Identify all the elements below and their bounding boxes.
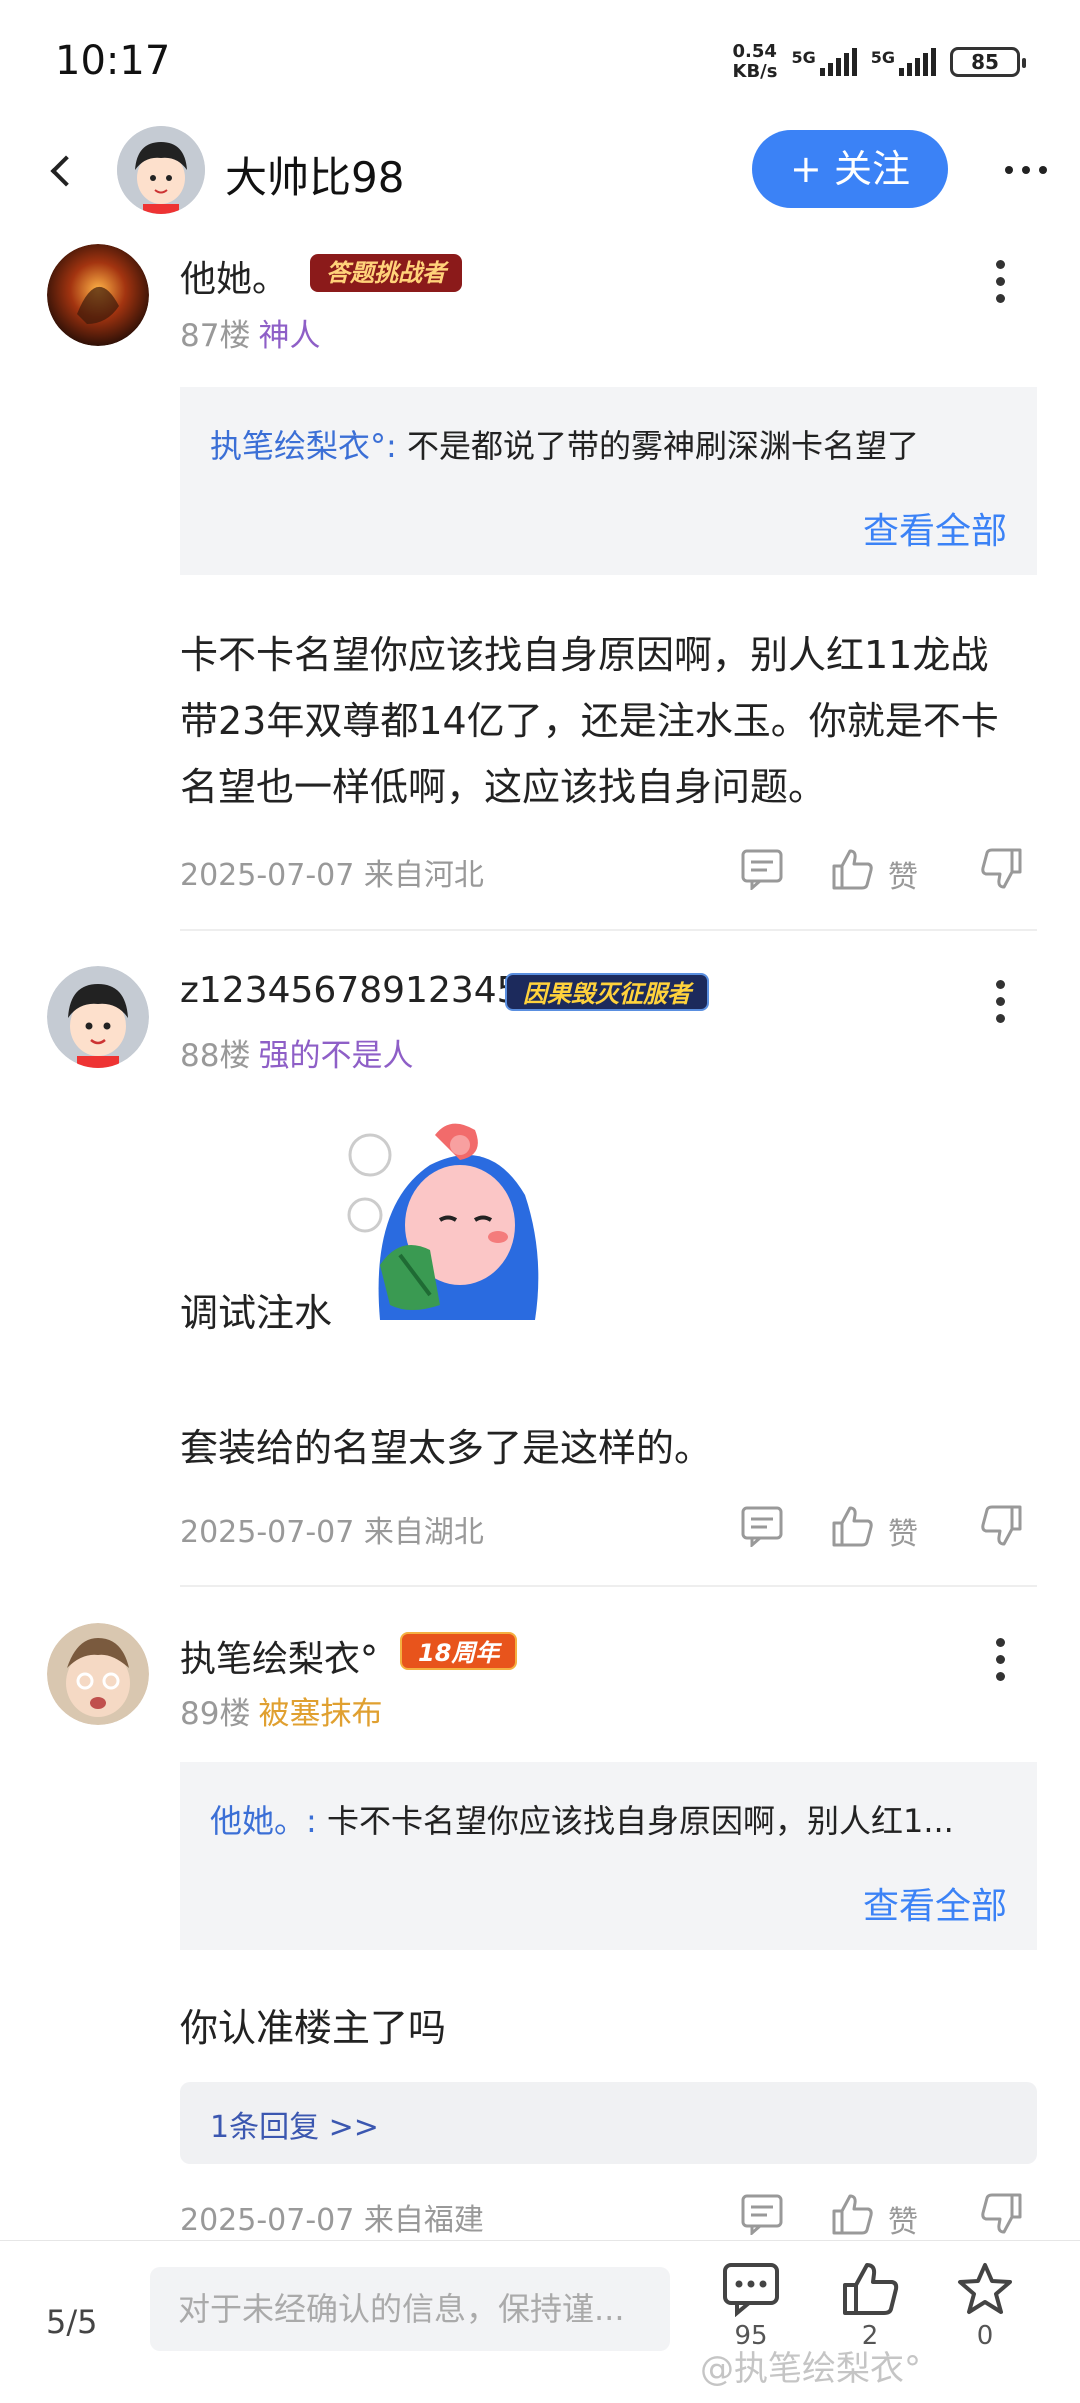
like-label[interactable]: 赞: [888, 852, 918, 896]
follow-button[interactable]: + 关注: [752, 130, 948, 208]
avatar[interactable]: [47, 244, 149, 346]
quoted-reply[interactable]: 执笔绘梨衣°: 不是都说了带的雾神刷深渊卡名望了 查看全部: [180, 387, 1037, 575]
quote-text: 卡不卡名望你应该找自身原因啊，别人红1...: [326, 1802, 954, 1840]
like-icon[interactable]: [825, 2261, 915, 2321]
status-icons: 0.54 KB/s 5G 5G 85: [732, 41, 1026, 82]
username[interactable]: 他她。: [180, 250, 288, 302]
comment-meta: 2025-07-07 来自福建: [180, 2203, 484, 2238]
comment-meta: 2025-07-07 来自湖北: [180, 1515, 484, 1550]
divider: [180, 929, 1037, 931]
replies-link[interactable]: 1条回复 >>: [180, 2082, 1037, 2164]
floor-info: 87楼 神人: [180, 318, 321, 354]
dislike-icon[interactable]: [980, 1505, 1024, 1551]
more-icon[interactable]: [996, 980, 1008, 1023]
user-title: 强的不是人: [258, 1038, 414, 1074]
comment-body: 你认准楼主了吗: [180, 2006, 447, 2050]
bottom-bar: 5/5 对于未经确认的信息，保持谨... 95 2 0 @执笔绘梨衣°: [0, 2240, 1080, 2403]
like-label[interactable]: 赞: [888, 1509, 918, 1553]
status-bar: 10:17 0.54 KB/s 5G 5G 85: [0, 0, 1080, 120]
back-button[interactable]: [35, 142, 95, 202]
user-title: 被塞抹布: [258, 1696, 383, 1732]
username[interactable]: z12345678912345: [180, 970, 520, 1011]
comment-body-2: 套装给的名望太多了是这样的。: [180, 1426, 713, 1470]
user-badge: 18周年: [400, 1632, 518, 1670]
view-all-link[interactable]: 查看全部: [863, 1877, 1007, 1929]
more-icon[interactable]: [996, 260, 1008, 303]
more-icon[interactable]: [1005, 166, 1047, 174]
comment-meta: 2025-07-07 来自河北: [180, 858, 484, 893]
page-indicator[interactable]: 5/5: [46, 2303, 98, 2341]
reply-icon[interactable]: [740, 848, 784, 894]
like-icon[interactable]: [830, 1505, 874, 1551]
star-count: 0: [976, 2321, 994, 2351]
like-icon[interactable]: [830, 2193, 874, 2239]
dislike-icon[interactable]: [980, 2193, 1024, 2239]
dislike-icon[interactable]: [980, 848, 1024, 894]
avatar[interactable]: [117, 126, 205, 214]
signal-icon-2: 5G: [871, 48, 936, 76]
battery-icon: 85: [950, 47, 1026, 77]
net-speed: 0.54 KB/s: [732, 41, 778, 82]
quote-text: 不是都说了带的雾神刷深渊卡名望了: [406, 427, 919, 465]
more-icon[interactable]: [996, 1638, 1008, 1681]
quote-author[interactable]: 他她。:: [210, 1802, 317, 1840]
quoted-reply[interactable]: 他她。: 卡不卡名望你应该找自身原因啊，别人红1... 查看全部: [180, 1762, 1037, 1950]
user-title: 神人: [258, 318, 321, 354]
clock: 10:17: [55, 38, 171, 84]
user-badge: 因果毁灭征服者: [505, 973, 709, 1011]
quote-author[interactable]: 执笔绘梨衣°:: [210, 427, 397, 465]
comment-actions: 赞: [740, 2193, 1040, 2243]
sticker-image[interactable]: [340, 1115, 550, 1325]
avatar[interactable]: [47, 966, 149, 1068]
signal-icon-1: 5G: [791, 48, 857, 76]
comment-input[interactable]: 对于未经确认的信息，保持谨...: [150, 2267, 670, 2351]
comment-actions: 赞: [740, 1505, 1040, 1555]
top-nav: 大帅比98 + 关注: [0, 120, 1080, 230]
like-label[interactable]: 赞: [888, 2197, 918, 2241]
reply-icon[interactable]: [740, 2193, 784, 2239]
floor-info: 89楼 被塞抹布: [180, 1696, 383, 1732]
chevron-left-icon: [50, 155, 82, 187]
view-all-link[interactable]: 查看全部: [863, 502, 1007, 554]
avatar[interactable]: [47, 1623, 149, 1725]
comment-body: 卡不卡名望你应该找自身原因啊，别人红11龙战 带23年双尊都14亿了，还是注水玉…: [180, 633, 999, 809]
username[interactable]: 执笔绘梨衣°: [180, 1630, 378, 1682]
page-title: 大帅比98: [225, 153, 405, 202]
star-icon[interactable]: [940, 2261, 1030, 2321]
floor-info: 88楼 强的不是人: [180, 1038, 414, 1074]
user-badge: 答题挑战者: [310, 254, 462, 292]
divider: [180, 1585, 1037, 1587]
comment-body: 调试注水: [180, 1291, 333, 1335]
watermark: @执笔绘梨衣°: [700, 2349, 921, 2389]
comment-icon[interactable]: [706, 2261, 796, 2321]
reply-icon[interactable]: [740, 1505, 784, 1551]
like-icon[interactable]: [830, 848, 874, 894]
comment-actions: 赞: [740, 848, 1040, 898]
